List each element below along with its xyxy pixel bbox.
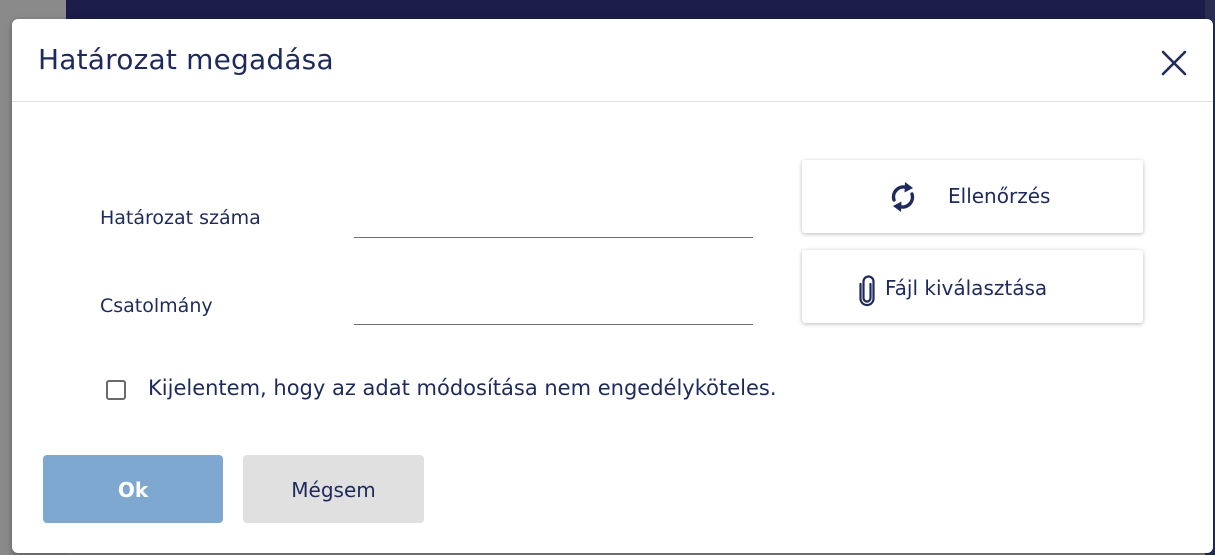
file-select-button-label: Fájl kiválasztása	[885, 276, 1048, 300]
declaration-label[interactable]: Kijelentem, hogy az adat módosítása nem …	[148, 376, 777, 400]
file-select-button[interactable]: Fájl kiválasztása	[802, 250, 1143, 323]
paperclip-icon	[859, 275, 875, 307]
close-icon	[1161, 50, 1187, 76]
ok-button-label: Ok	[117, 478, 149, 502]
close-button[interactable]	[1158, 47, 1190, 79]
refresh-icon	[891, 182, 915, 212]
decision-number-input[interactable]	[354, 204, 753, 238]
attachment-label: Csatolmány	[100, 295, 213, 317]
attachment-input[interactable]	[354, 291, 753, 325]
decision-number-label: Határozat száma	[100, 207, 261, 229]
declaration-checkbox[interactable]	[106, 380, 126, 400]
check-button[interactable]: Ellenőrzés	[802, 160, 1143, 233]
cancel-button[interactable]: Mégsem	[243, 455, 424, 523]
dialog-title: Határozat megadása	[38, 43, 334, 76]
check-button-label: Ellenőrzés	[948, 184, 1051, 208]
cancel-button-label: Mégsem	[291, 478, 376, 502]
decision-dialog: Határozat megadása Határozat száma Csato…	[12, 19, 1213, 553]
dialog-header: Határozat megadása	[12, 19, 1213, 102]
ok-button[interactable]: Ok	[43, 455, 223, 523]
